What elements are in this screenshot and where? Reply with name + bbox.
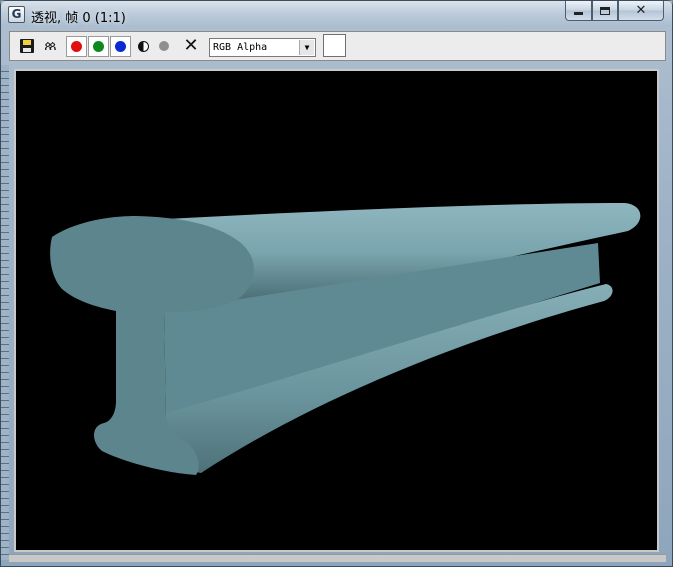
red-channel-toggle[interactable]: [66, 36, 87, 57]
clear-button[interactable]: ✕: [182, 37, 200, 55]
monochrome-icon: [137, 40, 149, 52]
close-button[interactable]: ✕: [618, 1, 664, 21]
blue-channel-toggle[interactable]: [110, 36, 131, 57]
rail-render: [50, 203, 641, 475]
green-dot-icon: [93, 41, 104, 52]
clone-window-icon: ጰጰ: [44, 38, 56, 54]
maximize-button[interactable]: [592, 1, 618, 21]
save-image-button[interactable]: [18, 37, 36, 55]
color-swatch[interactable]: [323, 34, 346, 57]
minimize-button[interactable]: [565, 1, 592, 21]
alpha-channel-icon: [159, 41, 169, 51]
left-ruler: [1, 65, 9, 560]
red-dot-icon: [71, 41, 82, 52]
close-icon: ✕: [635, 3, 647, 18]
alpha-channel-toggle[interactable]: [155, 37, 173, 55]
green-channel-toggle[interactable]: [88, 36, 109, 57]
blue-dot-icon: [115, 41, 126, 52]
clear-icon: ✕: [183, 35, 199, 56]
render-viewport[interactable]: [14, 69, 659, 552]
clone-window-button[interactable]: ጰጰ: [40, 37, 58, 55]
render-frame-window: G 透视, 帧 0 (1:1) ✕ ጰጰ ✕ RGB Alpha ▼: [0, 0, 673, 567]
channel-display-select[interactable]: RGB Alpha ▼: [209, 38, 316, 57]
maximize-icon: [600, 6, 610, 15]
render-toolbar: ጰጰ ✕ RGB Alpha ▼: [9, 31, 666, 61]
app-logo-icon: G: [8, 6, 25, 23]
window-title: 透视, 帧 0 (1:1): [31, 11, 126, 26]
minimize-icon: [574, 12, 583, 15]
floppy-disk-icon: [20, 39, 34, 53]
channel-select-value: RGB Alpha: [213, 42, 268, 53]
bottom-status-strip: [9, 554, 666, 562]
chevron-down-icon[interactable]: ▼: [299, 40, 314, 55]
monochrome-toggle[interactable]: [134, 37, 152, 55]
